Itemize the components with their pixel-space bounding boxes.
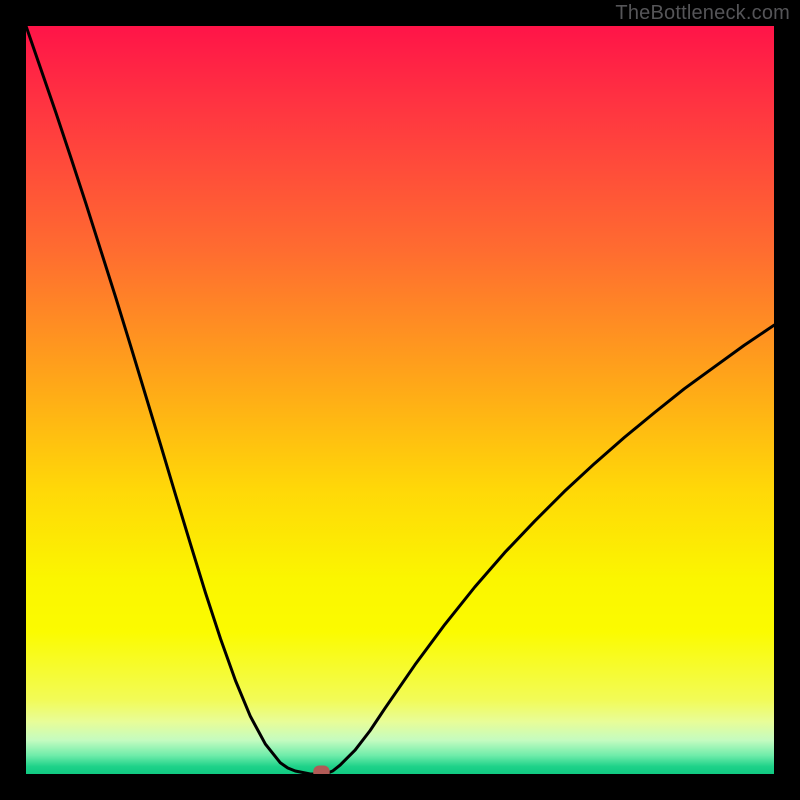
plot-svg (26, 26, 774, 774)
chart-frame: TheBottleneck.com (0, 0, 800, 800)
watermark-text: TheBottleneck.com (615, 2, 790, 25)
gradient-background (26, 26, 774, 774)
optimal-point-marker (313, 766, 329, 775)
plot-area (26, 26, 774, 774)
